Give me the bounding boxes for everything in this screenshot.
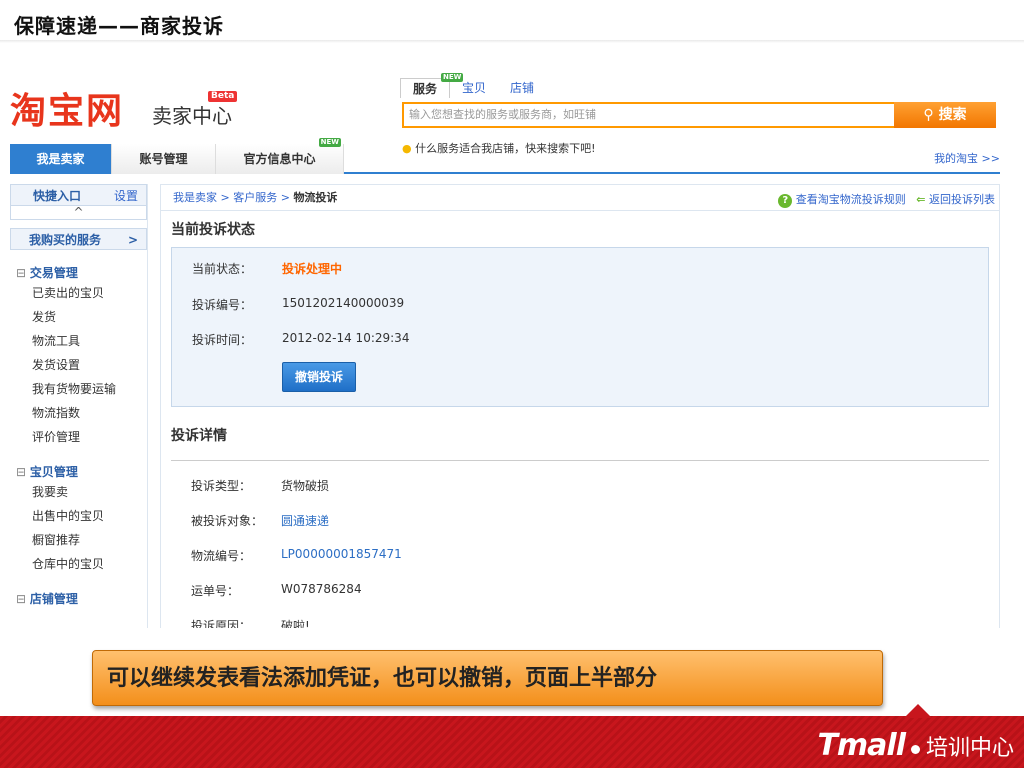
sidebar-item[interactable]: 我有货物要运输 (10, 377, 147, 401)
detail-label: 投诉类型： (191, 479, 252, 493)
status-box: 当前状态： 投诉处理中 投诉编号： 1501202140000039 投诉时间：… (171, 247, 989, 407)
collapse-minus-icon[interactable]: ⊟ (16, 266, 30, 280)
detail-value[interactable]: LP00000001857471 (281, 547, 402, 561)
detail-section-title: 投诉详情 (171, 428, 227, 444)
search-tab-label: 服务 (413, 82, 438, 96)
sidebar-section-label: 交易管理 (29, 266, 78, 280)
detail-value: 货物破损 (281, 479, 330, 493)
new-badge: NEW (318, 138, 341, 147)
search-tab-services[interactable]: 服务 NEW (400, 73, 464, 98)
quick-entry-label: 快捷入口 (33, 189, 82, 203)
bought-services-button[interactable]: 我购买的服务 > (10, 228, 147, 250)
sidebar: 快捷入口 设置 ^ 我购买的服务 > ⊟ 交易管理 已卖出的宝贝 发货 物流工具 发货设… (10, 184, 148, 628)
footer-notch (904, 704, 932, 718)
quick-entry-header: 快捷入口 设置 (10, 184, 147, 206)
title-divider (0, 40, 1024, 43)
main-nav: 我是卖家 账号管理 官方信息中心 NEW (10, 138, 1000, 174)
training-center-label: 培训中心 (925, 736, 1014, 761)
nav-official-info[interactable]: 官方信息中心 NEW (216, 138, 344, 174)
id-value: 1501202140000039 (282, 296, 405, 310)
header-links: ? 查看淘宝物流投诉规则 ⇐ 返回投诉列表 (778, 191, 995, 208)
sidebar-item[interactable]: 物流指数 (10, 401, 147, 425)
screenshot-area: 淘宝网 卖家中心 Beta 服务 NEW 宝贝 店铺 输入您想查找的服务或服务商… (0, 44, 1024, 628)
sidebar-sections: ⊟ 交易管理 已卖出的宝贝 发货 物流工具 发货设置 我有货物要运输 物流指数 评价管理 ⊟ 宝… (10, 264, 147, 607)
sidebar-item[interactable]: 橱窗推荐 (10, 528, 147, 552)
sidebar-item[interactable]: 物流工具 (10, 329, 147, 353)
sidebar-item[interactable]: 仓库中的宝贝 (10, 552, 147, 576)
collapse-icon[interactable]: ^ (10, 206, 147, 220)
back-to-list-link[interactable]: 返回投诉列表 (929, 193, 995, 206)
rules-link[interactable]: 查看淘宝物流投诉规则 (796, 193, 906, 206)
new-badge: NEW (441, 73, 464, 82)
detail-label: 物流编号： (191, 549, 252, 563)
detail-value: W078786284 (281, 582, 362, 596)
main-panel: 我是卖家 > 客户服务 > 物流投诉 ? 查看淘宝物流投诉规则 ⇐ 返回投诉列表… (160, 184, 1000, 628)
sidebar-item[interactable]: 我要卖 (10, 480, 147, 504)
seller-center-label: 卖家中心 (152, 104, 232, 128)
dot-icon (910, 744, 920, 754)
detail-value[interactable]: 圆通速递 (281, 512, 329, 529)
callout-banner: 可以继续发表看法添加凭证，也可以撤销，页面上半部分 (92, 650, 883, 706)
breadcrumb-seller[interactable]: 我是卖家 (173, 191, 217, 204)
nav-account[interactable]: 账号管理 (112, 144, 216, 174)
search-icon: ⚲ (923, 107, 934, 123)
time-value: 2012-02-14 10:29:34 (282, 331, 410, 345)
my-taobao-link[interactable]: 我的淘宝 >> (934, 150, 1000, 166)
cancel-complaint-button[interactable]: 撤销投诉 (282, 362, 356, 392)
sidebar-item[interactable]: 出售中的宝贝 (10, 504, 147, 528)
search-tabs: 服务 NEW 宝贝 店铺 (400, 73, 546, 98)
sidebar-section-label: 店铺管理 (29, 592, 78, 606)
bought-services-label: 我购买的服务 (29, 233, 102, 247)
collapse-minus-icon[interactable]: ⊟ (16, 592, 30, 606)
taobao-logo[interactable]: 淘宝网 (10, 82, 124, 134)
tmall-logo: Tmall (817, 728, 906, 763)
detail-label: 运单号： (191, 584, 240, 598)
sidebar-item[interactable]: 发货 (10, 305, 147, 329)
back-arrow-icon: ⇐ (916, 193, 926, 206)
sidebar-item[interactable]: 评价管理 (10, 425, 147, 449)
status-section-title: 当前投诉状态 (171, 222, 255, 238)
sidebar-section-title[interactable]: ⊟ 交易管理 (10, 264, 147, 281)
footer-brand: Tmall 培训中心 (817, 728, 1014, 763)
sidebar-item[interactable]: 已卖出的宝贝 (10, 281, 147, 305)
slide-title: 保障速递——商家投诉 (14, 14, 224, 38)
sidebar-section-title[interactable]: ⊟ 店铺管理 (10, 590, 147, 607)
chevron-right-icon: > (127, 233, 138, 247)
nav-seller[interactable]: 我是卖家 (10, 144, 112, 174)
detail-label: 被投诉对象： (191, 514, 264, 528)
search-button[interactable]: ⚲ 搜索 (894, 102, 996, 128)
state-label: 当前状态： (192, 262, 253, 276)
nav-official-label: 官方信息中心 (243, 152, 316, 166)
search-input[interactable]: 输入您想查找的服务或服务商，如旺铺 (402, 102, 896, 128)
time-label: 投诉时间： (192, 333, 253, 347)
sidebar-section-title[interactable]: ⊟ 宝贝管理 (10, 463, 147, 480)
beta-badge: Beta (208, 91, 238, 102)
settings-link[interactable]: 设置 (114, 185, 138, 207)
search-button-label: 搜索 (938, 107, 967, 123)
help-icon: ? (778, 194, 793, 208)
sidebar-item[interactable]: 发货设置 (10, 353, 147, 377)
detail-label: 投诉原因： (191, 619, 252, 628)
search-tab-shops[interactable]: 店铺 (498, 78, 546, 98)
breadcrumb-customer-service[interactable]: 客户服务 (233, 191, 277, 204)
sidebar-section-label: 宝贝管理 (29, 465, 78, 479)
detail-value: 破啦! (281, 619, 310, 628)
collapse-minus-icon[interactable]: ⊟ (16, 465, 30, 479)
breadcrumb-current: 物流投诉 (293, 191, 338, 204)
detail-divider (171, 460, 989, 461)
id-label: 投诉编号： (192, 298, 253, 312)
state-value: 投诉处理中 (282, 262, 343, 276)
